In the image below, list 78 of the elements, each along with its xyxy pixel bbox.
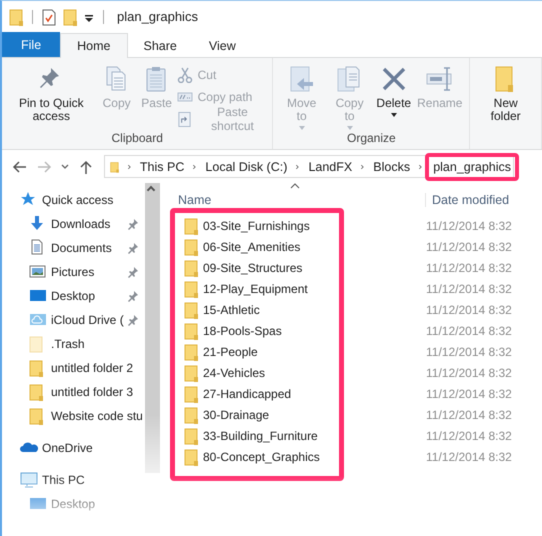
file-row[interactable]: 24-Vehicles	[170, 364, 426, 382]
table-cell: 11/12/2014 8:32	[426, 282, 512, 296]
table-cell: 11/12/2014 8:32	[426, 428, 512, 442]
window-title: plan_graphics	[117, 9, 198, 24]
breadcrumb[interactable]: LandFX	[308, 160, 352, 174]
file-row[interactable]: 12-Play_Equipment	[170, 280, 426, 298]
ribbon-tab[interactable]: Home	[60, 33, 128, 58]
rename-icon	[426, 65, 454, 93]
sidebar-item[interactable]: Desktop	[2, 284, 145, 308]
breadcrumb[interactable]: Local Disk (C:)	[205, 160, 288, 174]
caret-icon	[298, 125, 306, 131]
folder-icon	[184, 300, 198, 318]
ribbon-button[interactable]: New folder	[474, 63, 537, 123]
table-cell: 11/12/2014 8:32	[426, 302, 512, 316]
file-row[interactable]: 33-Building_Furniture	[170, 426, 426, 444]
breadcrumb[interactable]: plan_graphics	[425, 152, 520, 180]
table-cell: 11/12/2014 8:32	[426, 260, 512, 274]
sidebar-item[interactable]: iCloud Drive (	[2, 308, 145, 332]
back-icon[interactable]	[12, 158, 28, 174]
ribbon-button[interactable]: Delete	[373, 63, 414, 118]
file-row[interactable]: 18-Pools-Spas	[170, 322, 426, 340]
properties-icon[interactable]	[42, 8, 56, 26]
file-row[interactable]: 06-Site_Amenities	[170, 238, 426, 256]
table-cell: 11/12/2014 8:32	[426, 218, 512, 232]
table-cell: 11/12/2014 8:32	[426, 408, 512, 422]
shortcut-icon	[176, 110, 192, 126]
file-row[interactable]: 80-Concept_Graphics	[170, 448, 426, 466]
sidebar-item[interactable]: Quick access	[2, 188, 145, 212]
ribbon-tab[interactable]: View	[192, 33, 252, 58]
folder-icon	[184, 342, 198, 360]
sidebar-item[interactable]: Website code stu	[2, 404, 145, 428]
file-row[interactable]: 15-Athletic	[170, 300, 426, 318]
folder-icon	[184, 322, 198, 340]
breadcrumb[interactable]: This PC	[140, 160, 184, 174]
column-header[interactable]: Date modified	[425, 193, 510, 207]
folder-icon	[184, 280, 198, 298]
caret-icon	[390, 112, 398, 118]
scrollbar[interactable]	[145, 183, 160, 473]
table-cell: 11/12/2014 8:32	[426, 324, 512, 338]
folder-icon	[184, 238, 198, 256]
sidebar-item[interactable]: .Trash	[2, 332, 145, 356]
caret-icon	[346, 125, 354, 131]
folder-icon	[184, 448, 198, 466]
breadcrumb[interactable]: Blocks	[373, 160, 410, 174]
move-icon	[288, 65, 316, 93]
folder-icon	[184, 384, 198, 402]
file-menu-tab[interactable]: File	[2, 32, 60, 57]
column-header[interactable]: Name	[170, 193, 425, 207]
table-cell: 11/12/2014 8:32	[426, 386, 512, 400]
table-cell: 11/12/2014 8:32	[426, 366, 512, 380]
folder-icon	[184, 216, 198, 234]
sidebar-item[interactable]: Pictures	[2, 260, 145, 284]
computer-icon	[20, 471, 38, 489]
sidebar-item[interactable]: Documents	[2, 236, 145, 260]
group-label: Organize	[346, 131, 397, 147]
table-cell: 11/12/2014 8:32	[426, 240, 512, 254]
sidebar-item[interactable]: This PC	[2, 468, 145, 492]
sidebar-item[interactable]: untitled folder 2	[2, 356, 145, 380]
folder-icon	[184, 406, 198, 424]
table-cell: 11/12/2014 8:32	[426, 450, 512, 464]
sort-icon	[290, 183, 300, 189]
file-row[interactable]: 03-Site_Furnishings	[170, 216, 426, 234]
scissors-icon	[176, 66, 193, 82]
up-icon[interactable]	[78, 158, 94, 174]
table-cell: 11/12/2014 8:32	[426, 344, 512, 358]
sidebar-item[interactable]: untitled folder 3	[2, 380, 145, 404]
file-row[interactable]: 30-Drainage	[170, 406, 426, 424]
folder-icon	[184, 426, 198, 444]
folder-icon	[184, 364, 198, 382]
ribbon-button[interactable]: Pin to Quick access	[6, 63, 97, 123]
ribbon-tab[interactable]: Share	[128, 33, 193, 58]
file-row[interactable]: 27-Handicapped	[170, 384, 426, 402]
folder-icon	[184, 258, 198, 276]
file-row[interactable]: 09-Site_Structures	[170, 258, 426, 276]
file-row[interactable]: 21-People	[170, 342, 426, 360]
group-label: Clipboard	[110, 131, 164, 147]
sidebar-item[interactable]: Downloads	[2, 212, 145, 236]
sidebar-item[interactable]: OneDrive	[2, 436, 145, 460]
